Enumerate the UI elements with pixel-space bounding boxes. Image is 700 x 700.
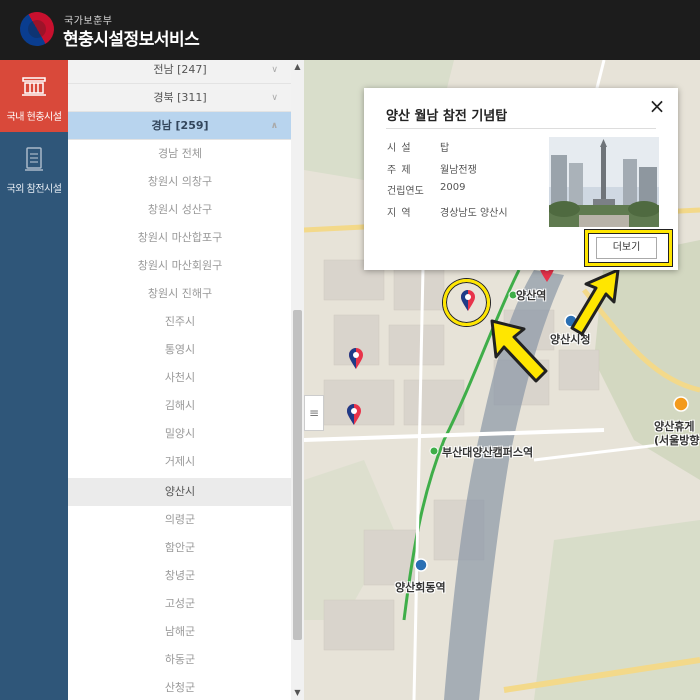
taegeuk-logo-icon[interactable] [13,5,61,53]
province-row-jeonnam[interactable]: 전남 [247] ∨ [68,60,292,84]
field-key: 시 설 [387,143,412,154]
nav-overseas-memorials[interactable]: 국외 참전시설 [0,132,68,204]
memorial-pin-icon[interactable] [348,348,364,370]
map-label-yangsan-station: 양산역 [516,289,547,302]
district-item[interactable]: 고성군 [68,590,292,618]
district-item[interactable]: 진주시 [68,308,292,336]
field-value: 경상남도 양산시 [440,208,508,219]
district-item[interactable]: 거제시 [68,448,292,476]
field-key: 건립연도 [387,186,424,197]
memorial-photo [549,137,659,227]
header: 국가보훈부 현충시설정보서비스 [0,0,700,60]
map-label-seoul-direction: (서울방향 [654,434,700,447]
district-item[interactable]: 의령군 [68,506,292,534]
district-item[interactable]: 김해시 [68,392,292,420]
scroll-up-arrow-icon[interactable]: ▲ [291,60,304,74]
region-list: 전남 [247] ∨ 경북 [311] ∨ 경남 [259] ∧ 경남 전체 창… [68,60,304,700]
district-item[interactable]: 창원시 성산구 [68,196,292,224]
district-item[interactable]: 밀양시 [68,420,292,448]
nav-domestic-memorials[interactable]: 국내 현충시설 [0,60,68,132]
close-icon[interactable]: × [646,96,668,118]
map-label-hoedong-station: 양산회동역 [395,581,446,594]
field-value: 2009 [440,182,466,193]
district-item[interactable]: 남해군 [68,618,292,646]
scroll-thumb[interactable] [293,310,302,640]
side-nav: 국내 현충시설 국외 참전시설 [0,60,68,700]
district-item[interactable]: 창원시 마산합포구 [68,224,292,252]
district-item[interactable]: 함안군 [68,534,292,562]
nav-label: 국내 현충시설 [6,112,62,123]
province-label: 전남 [247] [153,63,207,76]
building-icon [22,77,46,96]
memorial-pin-icon[interactable] [346,404,362,426]
district-item[interactable]: 경남 전체 [68,140,292,168]
panel-toggle-handle[interactable]: ≡ [304,395,324,431]
chevron-down-icon: ∨ [271,93,278,103]
district-item[interactable]: 창원시 의창구 [68,168,292,196]
province-label: 경남 [259] [151,119,209,132]
pointer-arrow-icon [490,319,548,383]
popup-title: 양산 월남 참전 기념탑 [386,109,508,124]
district-item[interactable]: 창원시 마산회원구 [68,252,292,280]
district-item[interactable]: 창원시 진해구 [68,280,292,308]
district-item-selected[interactable]: 양산시 [68,478,292,506]
nav-label: 국외 참전시설 [6,184,62,195]
map-label-pnu-yangsan-station: 부산대양산캠퍼스역 [442,446,534,459]
district-item[interactable]: 통영시 [68,336,292,364]
district-item[interactable]: 창녕군 [68,562,292,590]
province-label: 경북 [311] [153,91,207,104]
region-scrollbar[interactable]: ▲ ▼ [291,60,304,700]
more-button[interactable]: 더보기 [596,237,657,259]
province-row-gyeongbuk[interactable]: 경북 [311] ∨ [68,84,292,112]
service-title[interactable]: 현충시설정보서비스 [63,25,200,50]
pointer-arrow-icon [570,268,620,336]
document-icon [25,147,43,171]
field-value: 탑 [440,143,450,154]
scroll-down-arrow-icon[interactable]: ▼ [291,686,304,700]
pin-highlight-circle [443,279,490,326]
district-item[interactable]: 사천시 [68,364,292,392]
district-item[interactable]: 하동군 [68,646,292,674]
chevron-down-icon: ∨ [271,65,278,75]
field-key: 주 제 [387,165,412,176]
field-key: 지 역 [387,208,412,219]
district-item[interactable]: 산청군 [68,674,292,700]
province-row-gyeongnam[interactable]: 경남 [259] ∧ [68,112,292,140]
field-value: 월남전쟁 [440,165,477,176]
divider [386,128,656,129]
chevron-up-icon: ∧ [270,121,278,131]
